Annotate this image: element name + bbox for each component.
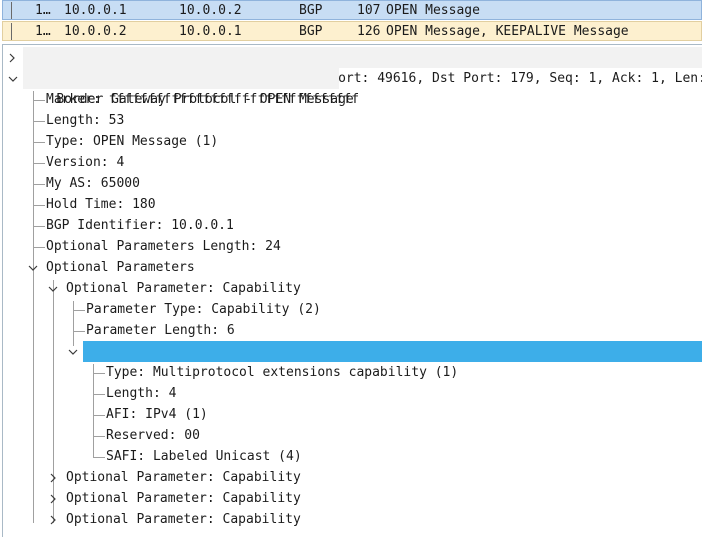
- packet-info: OPEN Message, KEEPALIVE Message: [386, 24, 629, 39]
- tree-branch: [33, 163, 45, 164]
- tree-item-parameter-length[interactable]: Parameter Length: 6: [86, 320, 235, 341]
- packet-dst: 10.0.0.2: [179, 3, 242, 18]
- packet-dst: 10.0.0.1: [179, 24, 242, 39]
- chevron-down-icon[interactable]: [8, 74, 18, 84]
- tree-item-label: Optional Parameter: Capability: [66, 512, 301, 527]
- packet-len: 107: [357, 3, 381, 18]
- tree-item-label: Version: 4: [46, 155, 125, 170]
- tree-item-label: Reserved: 00: [106, 428, 200, 443]
- tree-item-parameter-type[interactable]: Parameter Type: Capability (2): [86, 299, 321, 320]
- tree-item-safi[interactable]: SAFI: Labeled Unicast (4): [106, 446, 302, 467]
- tree-item-label: BGP Identifier: 10.0.0.1: [46, 218, 234, 233]
- tree-item-bgp-identifier[interactable]: BGP Identifier: 10.0.0.1: [46, 215, 234, 236]
- tree-item-optional-parameters[interactable]: Optional Parameters: [46, 257, 195, 278]
- packet-info: OPEN Message: [386, 3, 480, 18]
- tree-item-label: Optional Parameter: Capability: [66, 491, 301, 506]
- tree-item-reserved[interactable]: Reserved: 00: [106, 425, 200, 446]
- tree-branch: [73, 331, 85, 332]
- packet-src: 10.0.0.2: [64, 24, 127, 39]
- packet-src: 10.0.0.1: [64, 3, 127, 18]
- tree-item-label: Type: Multiprotocol extensions capabilit…: [106, 365, 459, 380]
- tree-item-capability-selected[interactable]: Capability: Multiprotocol extensions cap…: [83, 341, 702, 380]
- packet-row[interactable]: 1… 10.0.0.1 10.0.0.2 BGP 107 OPEN Messag…: [2, 0, 702, 20]
- tree-branch: [93, 436, 105, 437]
- tree-branch: [33, 247, 45, 248]
- tree-item-cap-length[interactable]: Length: 4: [106, 383, 176, 404]
- packet-len: 126: [357, 24, 381, 39]
- tree-branch: [33, 142, 45, 143]
- tree-item-version[interactable]: Version: 4: [46, 152, 124, 173]
- tree-item-label: My AS: 65000: [46, 176, 140, 191]
- tree-item-tcp[interactable]: Transmission Control Protocol, Src Port:…: [23, 47, 702, 86]
- tree-guide: [73, 301, 74, 346]
- tree-item-my-as[interactable]: My AS: 65000: [46, 173, 140, 194]
- tree-item-afi[interactable]: AFI: IPv4 (1): [106, 404, 208, 425]
- tree-item-label: Optional Parameter: Capability: [66, 281, 301, 296]
- tree-branch: [33, 205, 45, 206]
- tree-item-marker[interactable]: Marker: ffffffffffffffffffffffffffffffff: [46, 89, 359, 110]
- chevron-right-icon[interactable]: [48, 494, 58, 504]
- packet-list: 1… 10.0.0.1 10.0.0.2 BGP 107 OPEN Messag…: [0, 0, 702, 42]
- packet-row[interactable]: 1… 10.0.0.2 10.0.0.1 BGP 126 OPEN Messag…: [2, 21, 702, 41]
- tree-item-bgp[interactable]: Border Gateway Protocol - OPEN Message: [23, 68, 354, 107]
- tree-item-optional-parameter[interactable]: Optional Parameter: Capability: [66, 509, 301, 530]
- tree-item-length[interactable]: Length: 53: [46, 110, 124, 131]
- tree-branch: [33, 226, 45, 227]
- tree-item-optional-parameter[interactable]: Optional Parameter: Capability: [66, 467, 301, 488]
- tree-item-type[interactable]: Type: OPEN Message (1): [46, 131, 218, 152]
- tree-item-label: Parameter Length: 6: [86, 323, 235, 338]
- tree-item-label: Optional Parameters: [46, 260, 195, 275]
- tree-branch: [93, 415, 105, 416]
- chevron-right-icon[interactable]: [7, 53, 17, 63]
- tree-branch: [93, 457, 105, 458]
- packet-proto: BGP: [299, 3, 323, 18]
- packet-marker: [11, 23, 12, 40]
- tree-guide: [33, 91, 34, 523]
- tree-item-label: SAFI: Labeled Unicast (4): [106, 449, 302, 464]
- tree-branch: [33, 184, 45, 185]
- tree-item-label: Marker: ffffffffffffffffffffffffffffffff: [46, 92, 360, 107]
- tree-item-hold-time[interactable]: Hold Time: 180: [46, 194, 156, 215]
- chevron-right-icon[interactable]: [48, 515, 58, 525]
- tree-item-opt-params-length[interactable]: Optional Parameters Length: 24: [46, 236, 281, 257]
- chevron-right-icon[interactable]: [48, 473, 58, 483]
- tree-item-label: Length: 53: [46, 113, 125, 128]
- tree-item-label: AFI: IPv4 (1): [106, 407, 208, 422]
- tree-item-cap-type[interactable]: Type: Multiprotocol extensions capabilit…: [106, 362, 458, 383]
- packet-no: 1…: [35, 24, 51, 39]
- tree-item-label: Length: 4: [106, 386, 177, 401]
- tree-branch: [73, 310, 85, 311]
- tree-item-label: Optional Parameter: Capability: [66, 470, 301, 485]
- packet-no: 1…: [35, 3, 51, 18]
- tree-guide: [53, 280, 54, 523]
- packet-details-tree: Transmission Control Protocol, Src Port:…: [2, 44, 702, 537]
- tree-item-optional-parameter[interactable]: Optional Parameter: Capability: [66, 278, 301, 299]
- packet-proto: BGP: [299, 24, 323, 39]
- tree-item-optional-parameter[interactable]: Optional Parameter: Capability: [66, 488, 301, 509]
- packet-marker: [11, 2, 12, 19]
- chevron-down-icon[interactable]: [28, 263, 38, 273]
- chevron-down-icon[interactable]: [48, 284, 58, 294]
- tree-item-label: Parameter Type: Capability (2): [86, 302, 321, 317]
- chevron-down-icon[interactable]: [68, 347, 78, 357]
- tree-item-label: Type: OPEN Message (1): [46, 134, 219, 149]
- tree-item-label: Optional Parameters Length: 24: [46, 239, 281, 254]
- tree-item-label: Hold Time: 180: [46, 197, 156, 212]
